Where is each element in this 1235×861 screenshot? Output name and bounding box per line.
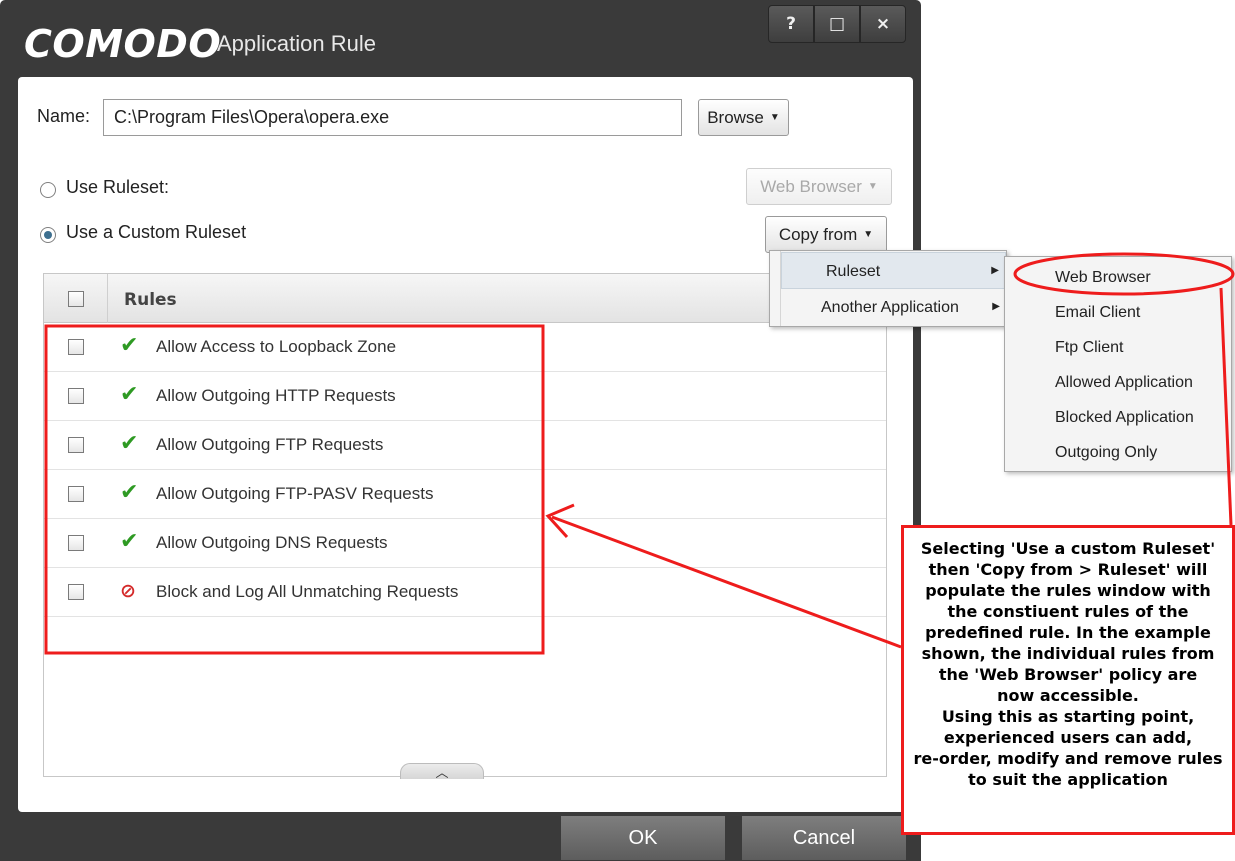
rule-label: Allow Outgoing HTTP Requests (156, 386, 396, 405)
menu-item-ruleset[interactable]: Ruleset ▶ (781, 252, 1006, 289)
submenu-item-email-client[interactable]: Email Client (1055, 304, 1140, 322)
menu-item-label: Another Application (821, 299, 959, 316)
callout-line: then 'Copy from > Ruleset' will (928, 560, 1208, 579)
use-ruleset-label[interactable]: Use Ruleset: (66, 177, 169, 198)
table-row[interactable]: ✔ Allow Outgoing FTP-PASV Requests (44, 470, 886, 519)
callout-line: Using this as starting point, (941, 707, 1195, 726)
submenu-item-blocked-application[interactable]: Blocked Application (1055, 409, 1194, 427)
rule-label: Allow Access to Loopback Zone (156, 337, 397, 356)
chevron-down-icon: ▼ (863, 229, 874, 240)
name-field[interactable] (103, 99, 682, 136)
header-divider (107, 274, 108, 323)
maximize-button[interactable]: □ (814, 5, 860, 43)
row-checkbox[interactable] (68, 437, 84, 453)
browse-button[interactable]: Browse ▼ (698, 99, 789, 136)
cancel-button[interactable]: Cancel (741, 815, 907, 861)
name-label: Name: (37, 106, 91, 126)
use-ruleset-radio[interactable] (40, 182, 56, 198)
copy-from-button[interactable]: Copy from ▼ (765, 216, 887, 253)
radio-selected-dot (44, 231, 52, 239)
rule-label: Allow Outgoing FTP-PASV Requests (156, 484, 434, 503)
callout-line: now accessible. (997, 686, 1139, 705)
table-row[interactable]: ✔ Allow Outgoing HTTP Requests (44, 372, 886, 421)
table-row[interactable]: ⊘ Block and Log All Unmatching Requests (44, 568, 886, 617)
title-bar[interactable]: COMODO Application Rule ? □ × (0, 0, 921, 78)
ok-button[interactable]: OK (560, 815, 726, 861)
callout-line: the 'Web Browser' policy are (938, 665, 1198, 684)
callout-line: re-order, modify and remove rules (913, 749, 1223, 768)
ruleset-submenu: Web Browser Email Client Ftp Client Allo… (1004, 256, 1232, 472)
comodo-logo: COMODO (24, 22, 222, 66)
copy-from-menu: Ruleset ▶ Another Application ▶ (769, 250, 1007, 327)
row-checkbox[interactable] (68, 486, 84, 502)
callout-line: populate the rules window with (925, 581, 1211, 600)
allow-check-icon: ✔ (120, 382, 139, 407)
callout-line: predefined rule. In the example (925, 623, 1211, 642)
help-button[interactable]: ? (768, 5, 814, 43)
callout-line: Selecting 'Use a custom Ruleset' (920, 539, 1216, 558)
menu-item-another-application[interactable]: Another Application ▶ (781, 289, 1006, 326)
menu-item-label: Ruleset (826, 263, 881, 280)
use-custom-ruleset-label[interactable]: Use a Custom Ruleset (66, 222, 246, 243)
row-checkbox[interactable] (68, 339, 84, 355)
submenu-item-web-browser[interactable]: Web Browser (1055, 269, 1151, 287)
table-row[interactable]: ✔ Allow Outgoing DNS Requests (44, 519, 886, 568)
allow-check-icon: ✔ (120, 529, 139, 554)
callout-line: to suit the application (968, 770, 1168, 789)
submenu-item-outgoing-only[interactable]: Outgoing Only (1055, 444, 1157, 462)
callout-line: experienced users can add, (943, 728, 1193, 747)
chevron-down-icon: ▼ (769, 112, 780, 123)
use-custom-ruleset-radio[interactable] (40, 227, 56, 243)
allow-check-icon: ✔ (120, 480, 139, 505)
rule-label: Allow Outgoing FTP Requests (156, 435, 384, 454)
submenu-item-allowed-application[interactable]: Allowed Application (1055, 374, 1193, 392)
chevron-down-icon: ▼ (867, 181, 878, 192)
table-row[interactable]: ✔ Allow Access to Loopback Zone (44, 323, 886, 372)
submenu-item-ftp-client[interactable]: Ftp Client (1055, 339, 1123, 357)
row-checkbox[interactable] (68, 388, 84, 404)
row-checkbox[interactable] (68, 535, 84, 551)
collapse-toggle[interactable]: ︿ (400, 763, 484, 780)
select-all-checkbox[interactable] (68, 291, 84, 307)
rule-label: Allow Outgoing DNS Requests (156, 533, 388, 552)
submenu-arrow-icon: ▶ (992, 301, 1000, 312)
window-title: Application Rule (217, 31, 376, 56)
chevron-up-icon: ︿ (435, 765, 449, 780)
copy-from-label: Copy from (778, 224, 858, 244)
annotation-callout: Selecting 'Use a custom Ruleset' then 'C… (901, 525, 1235, 835)
browse-button-label: Browse (707, 107, 764, 127)
close-button[interactable]: × (860, 5, 906, 43)
rule-label: Block and Log All Unmatching Requests (156, 582, 459, 601)
rules-column-header[interactable]: Rules (124, 290, 177, 310)
allow-check-icon: ✔ (120, 333, 139, 358)
ruleset-select-value: Web Browser (760, 176, 862, 196)
rules-table-header: Rules (44, 274, 886, 323)
allow-check-icon: ✔ (120, 431, 139, 456)
table-row[interactable]: ✔ Allow Outgoing FTP Requests (44, 421, 886, 470)
ruleset-select: Web Browser ▼ (746, 168, 892, 205)
row-checkbox[interactable] (68, 584, 84, 600)
submenu-arrow-icon: ▶ (991, 265, 999, 276)
callout-line: the constiuent rules of the (947, 602, 1189, 621)
rules-table: Rules ✔ Allow Access to Loopback Zone ✔ … (43, 273, 887, 780)
block-log-icon: ⊘ (120, 580, 136, 602)
callout-line: shown, the individual rules from (921, 644, 1215, 663)
